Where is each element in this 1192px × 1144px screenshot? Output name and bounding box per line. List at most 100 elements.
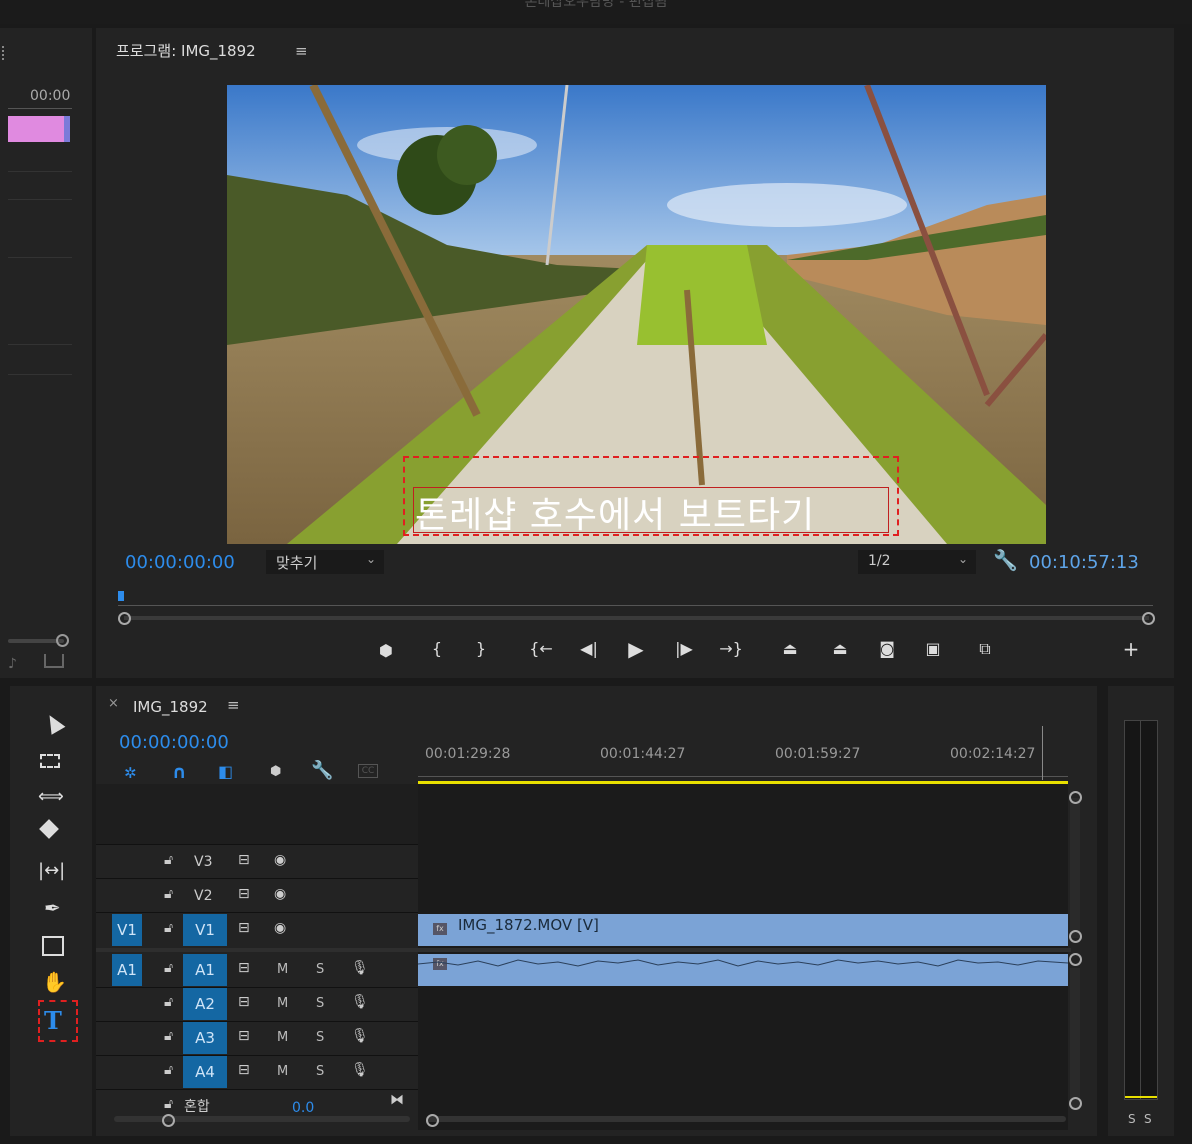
multi-camera-icon[interactable]: ▣ — [918, 639, 948, 658]
camera-icon[interactable]: ◙ — [872, 639, 902, 658]
captions-icon[interactable]: CC — [358, 764, 378, 778]
microphone-icon[interactable]: 🎙︎ — [351, 994, 369, 1010]
caption-text[interactable]: 톤레샵 호수에서 보트타기 — [415, 486, 815, 538]
mute-button[interactable]: M — [277, 996, 288, 1011]
scroll-handle[interactable] — [1069, 1097, 1082, 1110]
track-target-a2[interactable]: A2 — [183, 988, 227, 1020]
fit-dropdown[interactable]: 맞추기 ⌄ — [266, 550, 384, 574]
marker-icon[interactable]: ⬢ — [371, 641, 401, 660]
wrench-icon[interactable]: 🔧 — [993, 548, 1018, 572]
add-marker-icon[interactable]: ⬢ — [270, 764, 281, 779]
track-select-icon[interactable] — [40, 754, 60, 768]
eye-icon[interactable]: ◉ — [274, 852, 286, 868]
ripple-edit-icon[interactable]: ⟺ — [38, 786, 64, 807]
audio-clip[interactable]: fx — [418, 954, 1068, 986]
compare-icon[interactable]: ⧉ — [970, 639, 1000, 659]
lock-icon[interactable]: 🔓︎ — [164, 1096, 173, 1112]
sync-lock-icon[interactable]: ⊟ — [238, 852, 250, 868]
solo-right-button[interactable]: S — [1144, 1112, 1152, 1126]
playhead-line[interactable] — [1042, 726, 1043, 780]
go-to-in-icon[interactable]: {← — [526, 639, 556, 658]
step-back-icon[interactable]: ◀| — [574, 639, 604, 658]
lock-icon[interactable]: 🔓︎ — [164, 886, 173, 902]
razor-icon[interactable] — [39, 819, 59, 839]
track-target-v1[interactable]: V1 — [183, 914, 227, 946]
program-menu-icon[interactable]: ≡ — [295, 42, 308, 60]
sync-lock-icon[interactable]: ⊟ — [238, 960, 250, 976]
sync-lock-icon[interactable]: ⊟ — [238, 994, 250, 1010]
scroll-handle[interactable] — [1069, 953, 1082, 966]
lock-icon[interactable]: 🔓︎ — [164, 960, 173, 976]
lock-icon[interactable]: 🔓︎ — [164, 920, 173, 936]
lock-icon[interactable]: 🔓︎ — [164, 1062, 173, 1078]
microphone-icon[interactable]: 🎙︎ — [351, 1028, 369, 1044]
pen-icon[interactable]: ✒ — [44, 896, 61, 920]
lock-icon[interactable]: 🔓︎ — [164, 994, 173, 1010]
sync-lock-icon[interactable]: ⊟ — [238, 1028, 250, 1044]
nest-icon[interactable]: ✲ — [124, 764, 137, 782]
timeline-zoom-scrollbar[interactable] — [426, 1116, 1066, 1122]
program-current-time[interactable]: 00:00:00:00 — [125, 552, 235, 573]
type-tool-icon[interactable]: T — [44, 1006, 62, 1035]
eye-icon[interactable]: ◉ — [274, 920, 286, 936]
mute-button[interactable]: M — [277, 1030, 288, 1045]
play-icon[interactable]: ▶ — [621, 637, 651, 661]
export-icon[interactable] — [44, 654, 64, 668]
source-patch-v1[interactable]: V1 — [112, 914, 142, 946]
resolution-dropdown[interactable]: 1/2 ⌄ — [858, 550, 976, 574]
track-name-v3[interactable]: V3 — [194, 854, 212, 870]
playhead-marker[interactable] — [118, 591, 124, 601]
program-zoom-bar[interactable] — [124, 616, 1149, 620]
sync-lock-icon[interactable]: ⊟ — [238, 886, 250, 902]
timeline-menu-icon[interactable]: ≡ — [227, 696, 240, 714]
selection-tool-icon[interactable] — [42, 711, 66, 735]
sync-lock-icon[interactable]: ⊟ — [238, 920, 250, 936]
program-video-frame[interactable]: 톤레샵 호수에서 보트타기 — [227, 85, 1046, 544]
solo-button[interactable]: S — [316, 1030, 324, 1045]
mute-button[interactable]: M — [277, 1064, 288, 1079]
sequence-tab-label[interactable]: IMG_1892 — [133, 698, 208, 716]
snap-icon[interactable]: ∩ — [172, 762, 187, 783]
source-patch-a1[interactable]: A1 — [112, 954, 142, 986]
source-zoom-handle[interactable] — [56, 634, 69, 647]
video-clip[interactable]: fx IMG_1872.MOV [V] — [418, 914, 1068, 946]
vertical-scrollbar[interactable] — [1070, 798, 1080, 938]
microphone-icon[interactable]: 🎙︎ — [351, 1062, 369, 1078]
zoom-handle-right[interactable] — [1142, 612, 1155, 625]
solo-button[interactable]: S — [316, 962, 324, 977]
step-forward-icon[interactable]: |▶ — [669, 639, 699, 658]
eye-icon[interactable]: ◉ — [274, 886, 286, 902]
track-target-a3[interactable]: A3 — [183, 1022, 227, 1054]
panel-menu-icon[interactable] — [2, 46, 6, 60]
timeline-settings-icon[interactable]: 🔧 — [311, 760, 333, 781]
audio-source-icon[interactable]: ♪ — [8, 656, 17, 672]
solo-button[interactable]: S — [316, 1064, 324, 1079]
scroll-handle[interactable] — [426, 1114, 439, 1127]
timeline-current-time[interactable]: 00:00:00:00 — [119, 732, 229, 753]
solo-left-button[interactable]: S — [1128, 1112, 1136, 1126]
mark-out-icon[interactable]: } — [466, 639, 496, 658]
mute-button[interactable]: M — [277, 962, 288, 977]
extract-icon[interactable]: ⏏ — [825, 639, 855, 658]
scroll-handle[interactable] — [1069, 930, 1082, 943]
timeline-ruler[interactable]: 00:01:29:28 00:01:44:27 00:01:59:27 00:0… — [418, 726, 1068, 784]
close-icon[interactable]: × — [108, 696, 119, 711]
hand-icon[interactable]: ✋ — [42, 970, 67, 994]
linked-selection-icon[interactable]: ◧ — [218, 762, 233, 781]
track-target-a4[interactable]: A4 — [183, 1056, 227, 1088]
mix-volume-value[interactable]: 0.0 — [292, 1100, 314, 1116]
slip-icon[interactable]: |↔| — [38, 860, 65, 881]
track-target-a1[interactable]: A1 — [183, 954, 227, 986]
scroll-handle[interactable] — [1069, 791, 1082, 804]
go-to-out-icon[interactable]: →} — [716, 639, 746, 658]
program-ruler[interactable] — [118, 591, 1153, 607]
microphone-icon[interactable]: 🎙︎ — [351, 960, 369, 976]
add-icon[interactable]: + — [1116, 637, 1146, 661]
sync-lock-icon[interactable]: ⊟ — [238, 1062, 250, 1078]
lift-icon[interactable]: ⏏ — [775, 639, 805, 658]
lock-icon[interactable]: 🔓︎ — [164, 1028, 173, 1044]
header-scrollbar[interactable] — [114, 1116, 410, 1122]
zoom-handle-left[interactable] — [118, 612, 131, 625]
source-clip-bar[interactable] — [8, 116, 70, 142]
vertical-scrollbar[interactable] — [1070, 968, 1080, 1108]
